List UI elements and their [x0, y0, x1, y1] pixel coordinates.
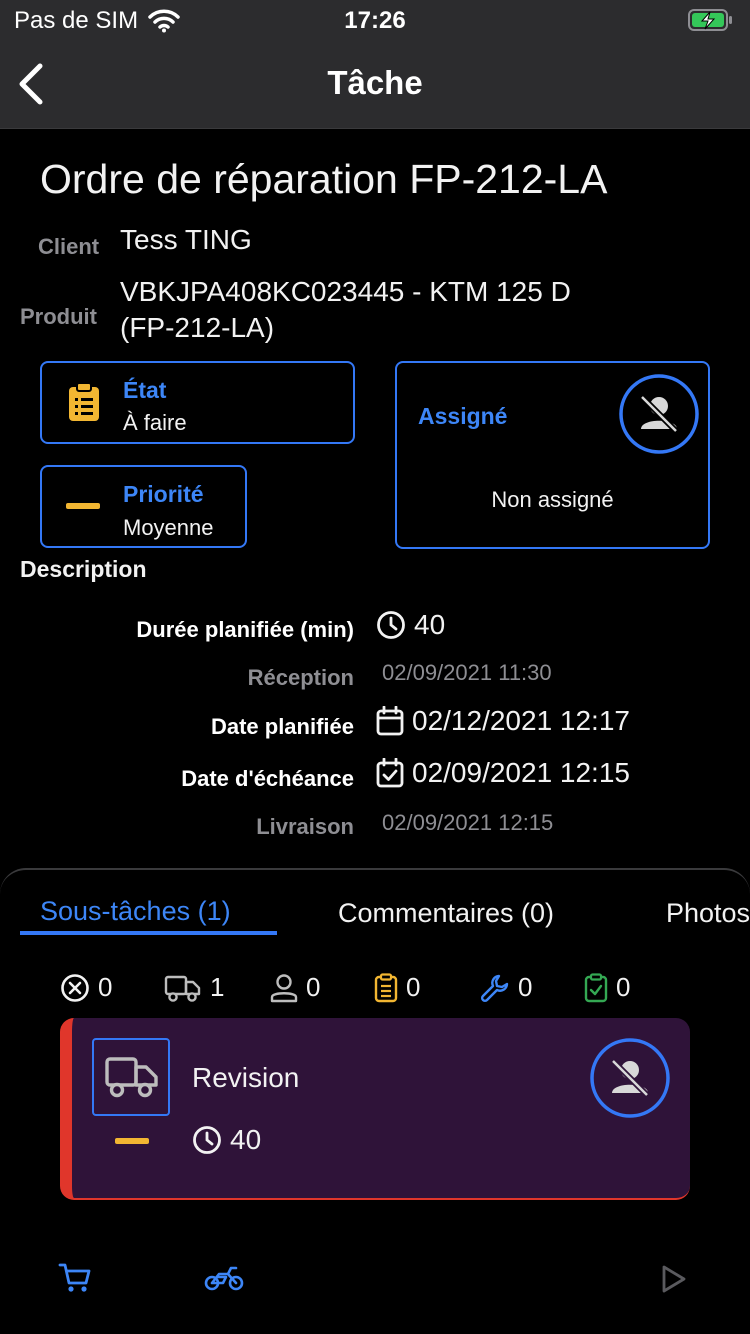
- subtask-duration: 40: [192, 1124, 261, 1156]
- delivery: 02/09/2021 12:15: [376, 810, 553, 836]
- tab-subtasks[interactable]: Sous-tâches (1): [40, 896, 231, 927]
- planned-duration-label: Durée planifiée (min): [136, 617, 354, 642]
- unassigned-user-icon[interactable]: [618, 373, 700, 455]
- description-heading: Description: [20, 556, 147, 582]
- wrench-icon: [480, 974, 509, 1002]
- assigned-title: Assigné: [418, 403, 508, 429]
- state-title: État: [123, 377, 167, 403]
- clock-icon: [377, 611, 405, 639]
- priority-value: Moyenne: [123, 515, 214, 540]
- unassigned-user-icon[interactable]: [589, 1037, 671, 1119]
- due-date[interactable]: 02/09/2021 12:15: [376, 757, 630, 789]
- priority-medium-icon: [115, 1138, 149, 1144]
- client-value: Tess TING: [120, 224, 252, 255]
- due-date-label: Date d'échéance: [181, 766, 354, 791]
- user-icon: [270, 973, 298, 1002]
- delivery-label: Livraison: [256, 814, 354, 839]
- reception-label: Réception: [247, 665, 354, 690]
- calendar-check-icon: [376, 758, 404, 788]
- reception-value: 02/09/2021 11:30: [382, 660, 552, 685]
- tab-comments[interactable]: Commentaires (0): [338, 898, 554, 929]
- clipboard-icon: [374, 972, 398, 1002]
- status-bar: Pas de SIM 17:26: [0, 0, 750, 40]
- planned-date[interactable]: 02/12/2021 12:17: [376, 705, 630, 737]
- planned-date-label: Date planifiée: [210, 714, 354, 739]
- priority-card[interactable]: Priorité Moyenne: [40, 465, 247, 548]
- product-label: Produit: [20, 304, 97, 329]
- clock: 17:26: [344, 7, 406, 34]
- counter-todo[interactable]: 0: [374, 972, 420, 1003]
- counter-user[interactable]: 0: [270, 972, 320, 1003]
- truck-icon: [164, 975, 201, 1002]
- tab-photos[interactable]: Photos: [666, 898, 750, 929]
- navigation-bar: Tâche: [0, 40, 750, 129]
- cancel-circle-icon: [61, 973, 89, 1002]
- cart-icon[interactable]: [58, 1262, 92, 1294]
- product-value-line1: VBKJPA408KC023445 - KTM 125 D: [120, 276, 571, 307]
- counter-done[interactable]: 0: [584, 972, 630, 1003]
- assigned-value: Non assigné: [491, 487, 614, 512]
- battery-charging-icon: [688, 9, 732, 31]
- state-card[interactable]: État À faire: [40, 361, 355, 444]
- tab-active-indicator: [20, 931, 277, 935]
- due-date-value: 02/09/2021 12:15: [412, 757, 630, 788]
- counter-delivery[interactable]: 1: [164, 972, 224, 1003]
- counter-in-progress[interactable]: 0: [480, 972, 532, 1003]
- subtask-name: Revision: [192, 1062, 300, 1093]
- state-value: À faire: [123, 410, 187, 435]
- calendar-icon: [376, 706, 404, 736]
- order-title: Ordre de réparation FP-212-LA: [40, 156, 608, 202]
- counter-cancelled[interactable]: 0: [60, 972, 112, 1003]
- product-value-line2: (FP-212-LA): [120, 312, 275, 343]
- priority-title: Priorité: [123, 481, 204, 507]
- delivery-value: 02/09/2021 12:15: [382, 810, 554, 835]
- clipboard-icon: [69, 382, 99, 421]
- planned-date-value: 02/12/2021 12:17: [412, 705, 630, 736]
- client-label: Client: [38, 234, 100, 259]
- assigned-card[interactable]: Assigné Non assigné: [395, 361, 710, 549]
- subtask-card[interactable]: Revision 40: [60, 1018, 690, 1200]
- priority-medium-icon: [66, 503, 100, 509]
- planned-duration-value: 40: [414, 609, 446, 640]
- truck-icon: [105, 1057, 158, 1098]
- play-icon[interactable]: [660, 1264, 688, 1294]
- page-title: Tâche: [327, 64, 423, 101]
- reception: 02/09/2021 11:30: [376, 660, 552, 686]
- clock-icon: [193, 1126, 221, 1154]
- planned-duration: 40: [376, 609, 445, 641]
- motorcycle-icon[interactable]: [204, 1264, 244, 1292]
- clipboard-check-icon: [584, 972, 608, 1002]
- subtask-type-badge: [92, 1038, 170, 1116]
